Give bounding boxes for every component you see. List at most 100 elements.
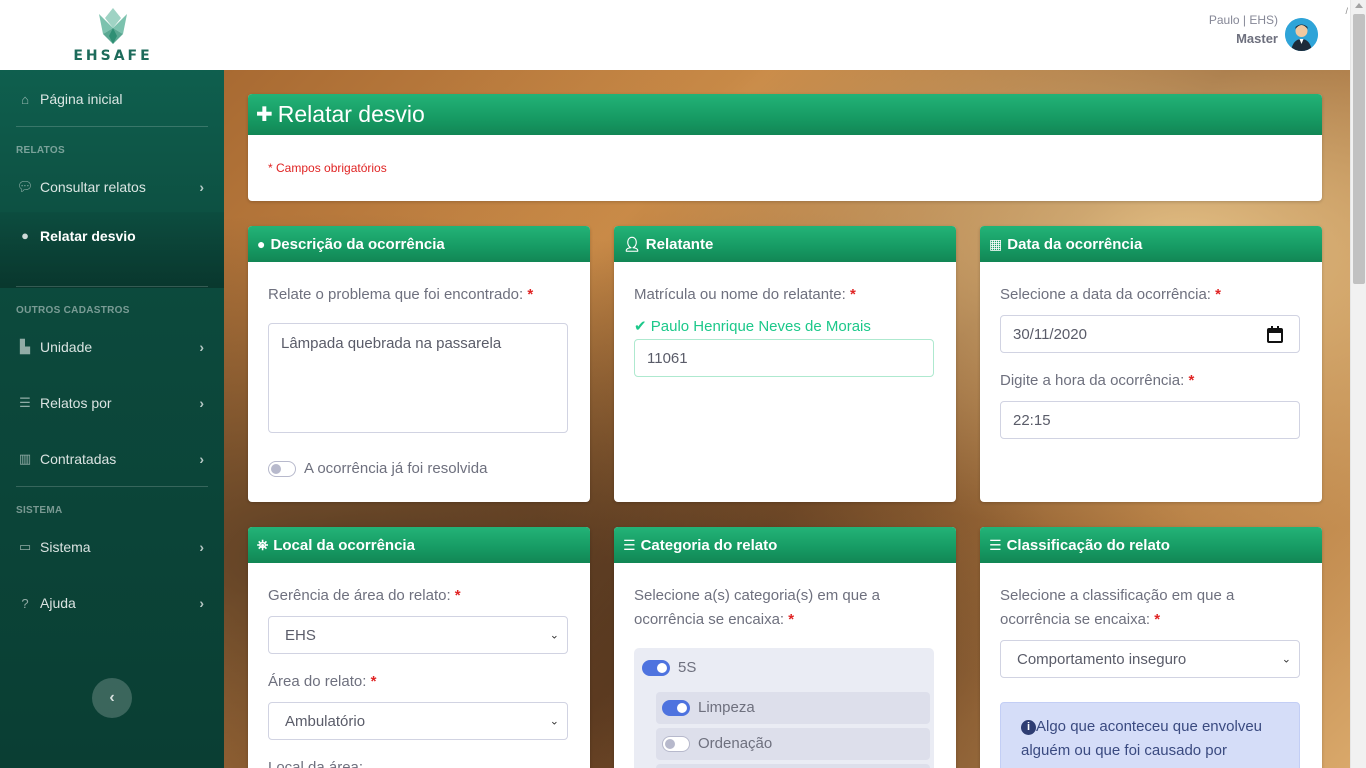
sidebar-item-consultar-relatos[interactable]: 💬︎ Consultar relatos › [0, 165, 224, 209]
required-asterisk: * [454, 587, 461, 604]
comment-dots-icon: ● [21, 228, 29, 243]
scrollbar-thumb[interactable] [1353, 14, 1365, 284]
sidebar-item-label: Relatos por [40, 395, 112, 411]
sidebar-item-ajuda[interactable]: ? Ajuda › [0, 581, 224, 625]
sidebar-item-relatos-por[interactable]: ☰ Relatos por › [0, 381, 224, 425]
classificacao-info: i Algo que aconteceu que envolveu alguém … [1000, 702, 1300, 768]
classificacao-label-text: Selecione a classificação em que a ocorr… [1000, 587, 1235, 628]
relatante-card: 👤︎ Relatante Matrícula ou nome do relata… [614, 226, 956, 502]
categoria-card: ☰ Categoria do relato Selecione a(s) cat… [614, 527, 956, 768]
subcategoria-limpeza[interactable]: Limpeza [656, 692, 930, 724]
sidebar-toggle-button[interactable]: ‹ [92, 678, 132, 718]
chevron-right-icon: › [199, 595, 204, 611]
valid-relatante: ✔ Paulo Henrique Neves de Morais [634, 315, 871, 339]
map-marked-icon: ⛯ [257, 536, 269, 553]
descricao-card: ● Descrição da ocorrência Relate o probl… [248, 226, 590, 502]
date-label: Selecione a data da ocorrência: * [1000, 283, 1221, 307]
relatante-label: Matrícula ou nome do relatante: * [634, 283, 856, 307]
categoria-toggle-5s[interactable] [642, 660, 670, 676]
time-label-text: Digite a hora da ocorrência: [1000, 372, 1185, 389]
sidebar-item-contratadas[interactable]: ▥ Contratadas › [0, 437, 224, 481]
data-card: ▦ Data da ocorrência Selecione a data da… [980, 226, 1322, 502]
classificacao-title: Classificação do relato [1006, 536, 1170, 554]
laptop-icon: ▭ [18, 539, 32, 554]
required-asterisk: * [370, 673, 377, 690]
required-asterisk: * [788, 611, 795, 628]
classificacao-value: Comportamento inseguro [1017, 650, 1187, 668]
sidebar-heading-outros: OUTROS CADASTROS [16, 305, 130, 316]
calendar-picker-icon[interactable] [1267, 326, 1283, 343]
area-value: Ambulatório [285, 712, 366, 730]
date-input[interactable]: 30/11/2020 [1000, 315, 1300, 353]
categoria-title: Categoria do relato [640, 536, 778, 554]
chevron-right-icon: › [199, 539, 204, 555]
classificacao-header: ☰ Classificação do relato [980, 527, 1322, 563]
sidebar-item-unidade[interactable]: ▙ Unidade › [0, 325, 224, 369]
classificacao-card: ☰ Classificação do relato Selecione a cl… [980, 527, 1322, 768]
relatante-header: 👤︎ Relatante [614, 226, 956, 262]
user-info[interactable]: Paulo | EHS) Master [1209, 13, 1278, 46]
sidebar-divider [16, 486, 208, 487]
page-title-header: ✚ Relatar desvio [248, 94, 1322, 135]
ehsafe-logo[interactable]: EHSAFE [68, 6, 158, 68]
required-note: * Campos obrigatórios [268, 161, 387, 175]
industry-icon: ▙ [20, 339, 30, 354]
resolved-label: A ocorrência já foi resolvida [304, 460, 488, 477]
chevron-right-icon: › [199, 451, 204, 467]
gerencia-label-text: Gerência de área do relato: [268, 587, 451, 604]
descricao-label: Relate o problema que foi encontrado: * [268, 283, 533, 307]
chevron-right-icon: › [199, 179, 204, 195]
info-icon: i [1021, 720, 1036, 735]
data-header: ▦ Data da ocorrência [980, 226, 1322, 262]
categoria-toggle-limpeza[interactable] [662, 700, 690, 716]
descricao-textarea[interactable]: Lâmpada quebrada na passarela [268, 323, 568, 433]
categoria-label: Selecione a(s) categoria(s) em que a oco… [634, 584, 924, 632]
classificacao-label: Selecione a classificação em que a ocorr… [1000, 584, 1290, 632]
descricao-value: Lâmpada quebrada na passarela [281, 335, 502, 352]
comment-icon: ● [257, 236, 266, 252]
relatante-label-text: Matrícula ou nome do relatante: [634, 286, 846, 303]
area-select[interactable]: Ambulatório ⌄ [268, 702, 568, 740]
page-scrollbar[interactable] [1350, 0, 1366, 768]
relatante-title: Relatante [645, 235, 714, 253]
descricao-title: Descrição da ocorrência [270, 235, 445, 253]
chevron-down-icon: ⌄ [1281, 653, 1291, 666]
user-avatar-icon [1285, 18, 1318, 51]
classificacao-select[interactable]: Comportamento inseguro ⌄ [1000, 640, 1300, 678]
check-icon: ✔ [634, 318, 647, 335]
date-value: 30/11/2020 [1013, 325, 1087, 343]
sidebar-item-sistema[interactable]: ▭ Sistema › [0, 525, 224, 569]
categoria-label-limpeza: Limpeza [698, 699, 755, 716]
time-input[interactable]: 22:15 [1000, 401, 1300, 439]
list-icon: ☰ [19, 395, 31, 410]
sidebar-heading-relatos: RELATOS [16, 145, 65, 156]
logo-text: EHSAFE [73, 48, 153, 64]
sidebar-item-label: Consultar relatos [40, 179, 146, 195]
relatante-input[interactable]: 11061 [634, 339, 934, 377]
sidebar-item-label: Ajuda [40, 595, 76, 611]
categoria-label-5s: 5S [678, 659, 697, 676]
sidebar-item-relatar-desvio[interactable]: ● Relatar desvio [0, 212, 224, 288]
avatar[interactable] [1285, 18, 1318, 51]
chevron-right-icon: › [199, 339, 204, 355]
categoria-label-text: Selecione a(s) categoria(s) em que a oco… [634, 587, 880, 628]
calendar-icon: ▦ [989, 235, 1003, 252]
scroll-up-arrow-icon[interactable] [1355, 3, 1363, 8]
gerencia-value: EHS [285, 626, 316, 644]
corner-mark: / [1345, 6, 1348, 16]
area-label-text: Área do relato: [268, 673, 367, 690]
list-icon: ☰ [989, 536, 1002, 553]
page-title-card: ✚ Relatar desvio * Campos obrigatórios [248, 94, 1322, 201]
gerencia-select[interactable]: EHS ⌄ [268, 616, 568, 654]
area-label: Área do relato: * [268, 670, 376, 694]
sidebar-item-label: Página inicial [40, 91, 123, 107]
required-asterisk: * [1188, 372, 1195, 389]
time-value: 22:15 [1013, 411, 1051, 429]
resolved-toggle[interactable] [268, 461, 296, 477]
subcategoria-next[interactable] [656, 764, 930, 768]
subcategoria-ordenacao[interactable]: Ordenação [656, 728, 930, 760]
sidebar-item-home[interactable]: ⌂ Página inicial [0, 77, 224, 121]
relatante-value: 11061 [647, 349, 688, 367]
local-card: ⛯ Local da ocorrência Gerência de área d… [248, 527, 590, 768]
categoria-toggle-ordenacao[interactable] [662, 736, 690, 752]
